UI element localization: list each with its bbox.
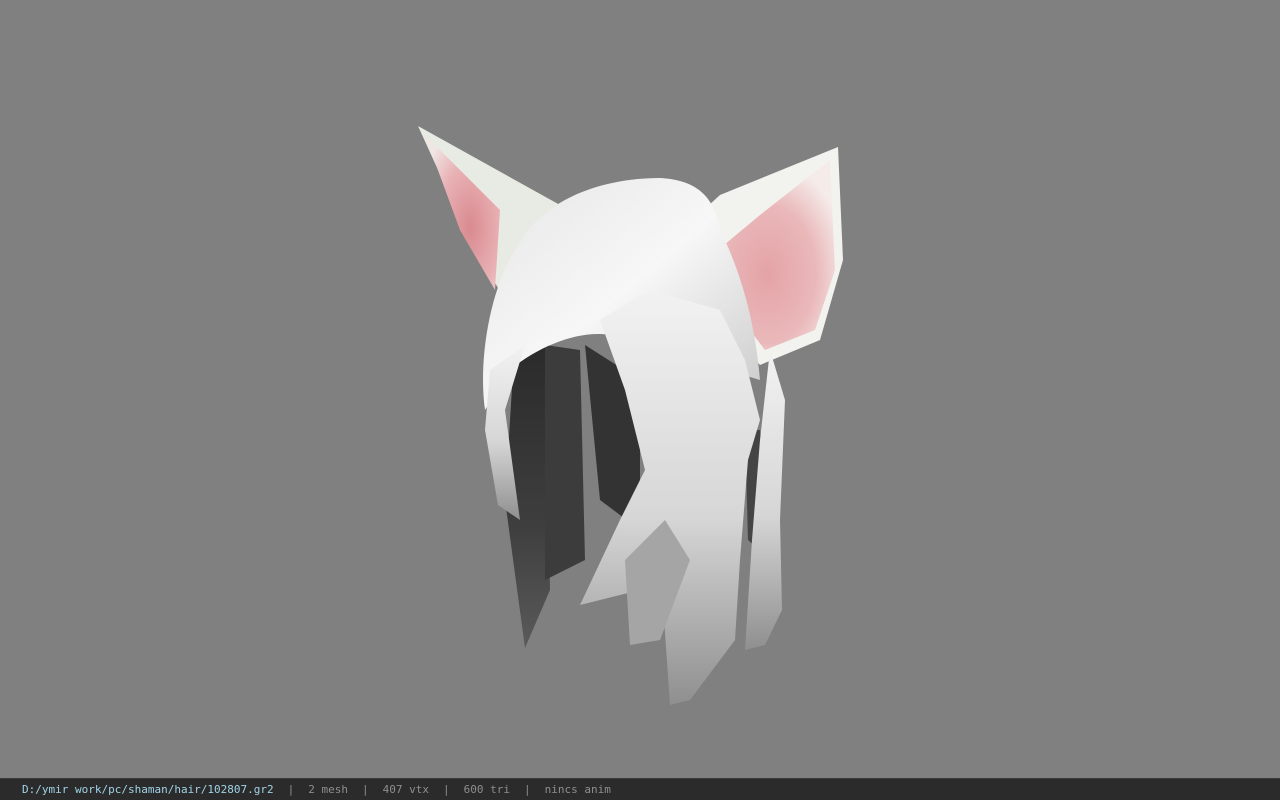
triangle-count: 600 tri (463, 783, 511, 796)
anim-status: nincs anim (544, 783, 611, 796)
status-bar: D:/ymir work/pc/shaman/hair/102807.gr2 |… (0, 778, 1280, 800)
mesh-count: 2 mesh (308, 783, 349, 796)
separator: | (362, 783, 369, 796)
file-path: D:/ymir work/pc/shaman/hair/102807.gr2 (22, 783, 274, 796)
3d-viewport[interactable] (0, 0, 1280, 778)
separator: | (287, 783, 295, 796)
separator: | (524, 783, 531, 796)
vertex-count: 407 vtx (382, 783, 430, 796)
separator: | (443, 783, 450, 796)
hair-model (418, 126, 843, 705)
